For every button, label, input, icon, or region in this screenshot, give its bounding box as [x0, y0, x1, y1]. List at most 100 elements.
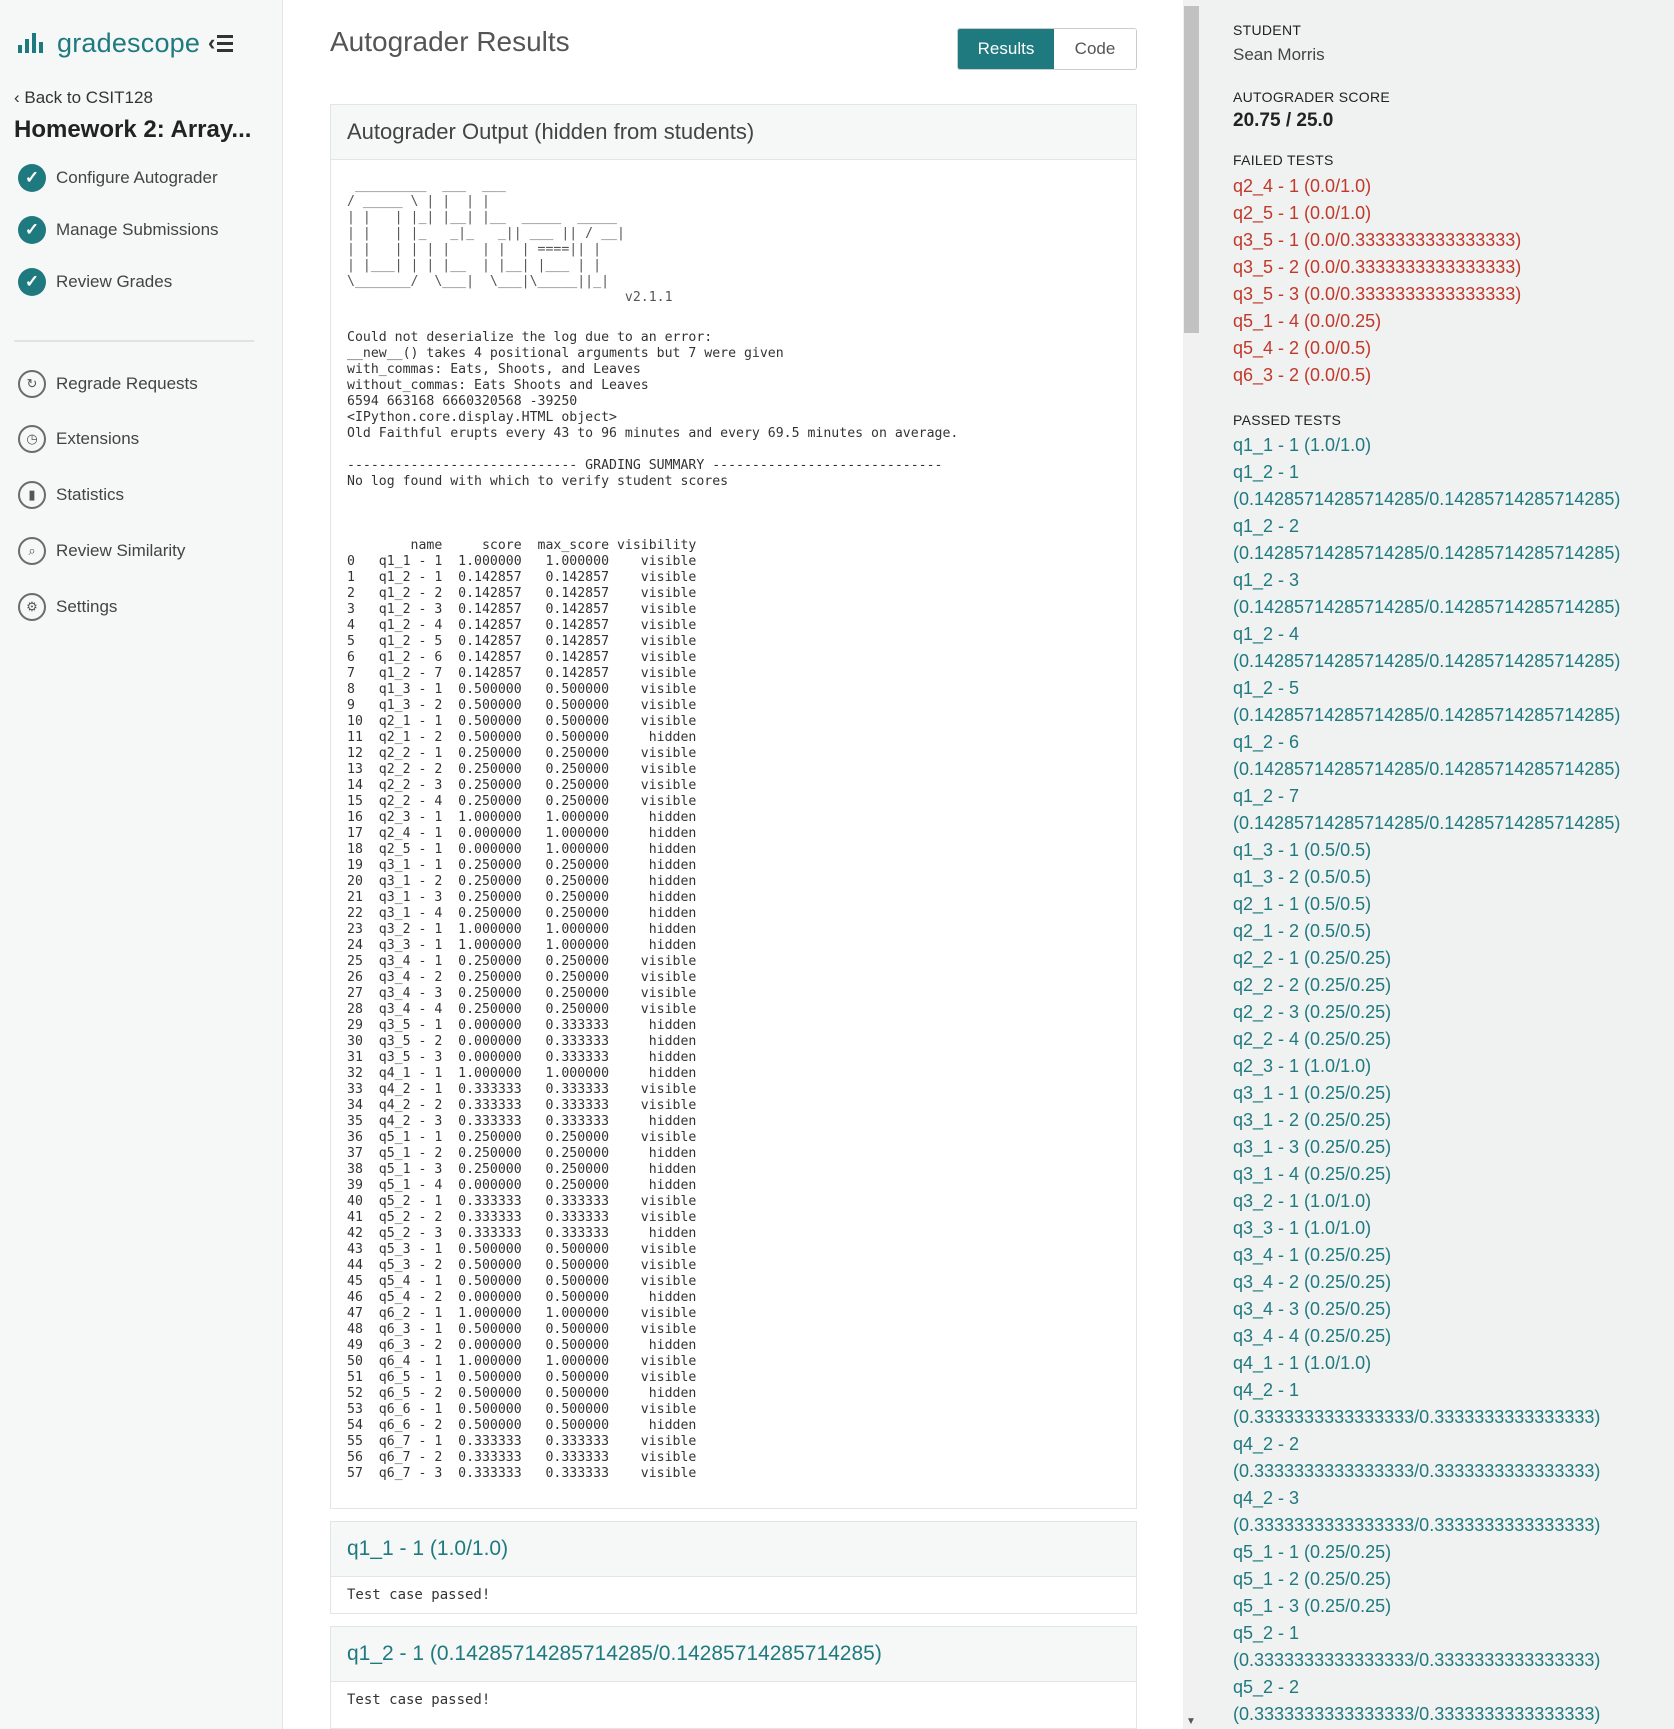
- passed-test-link[interactable]: (0.14285714285714285/0.14285714285714285…: [1233, 702, 1653, 729]
- sidebar-item-extensions[interactable]: ◷ Extensions: [18, 425, 139, 453]
- failed-tests-label: FAILED TESTS: [1233, 152, 1334, 168]
- back-link[interactable]: ‹ Back to CSIT128: [14, 88, 153, 108]
- passed-test-link[interactable]: (0.14285714285714285/0.14285714285714285…: [1233, 810, 1653, 837]
- check-circle-icon: ✓: [18, 164, 46, 192]
- passed-test-link[interactable]: q5_1 - 1 (0.25/0.25): [1233, 1539, 1653, 1566]
- passed-test-link[interactable]: q5_1 - 3 (0.25/0.25): [1233, 1593, 1653, 1620]
- autograder-score: 20.75 / 25.0: [1233, 110, 1334, 131]
- sidebar-item-statistics[interactable]: ▮ Statistics: [18, 481, 124, 509]
- passed-test-link[interactable]: q1_2 - 3: [1233, 567, 1653, 594]
- passed-test-link[interactable]: q5_2 - 1: [1233, 1620, 1653, 1647]
- test-message: Test case passed!: [347, 1587, 491, 1603]
- passed-test-link[interactable]: q5_1 - 2 (0.25/0.25): [1233, 1566, 1653, 1593]
- view-toggle: Results Code: [957, 28, 1137, 70]
- passed-test-link[interactable]: q1_2 - 4: [1233, 621, 1653, 648]
- gradescope-logo-icon: [18, 33, 43, 53]
- passed-test-link[interactable]: q4_2 - 1: [1233, 1377, 1653, 1404]
- passed-test-link[interactable]: (0.3333333333333333/0.3333333333333333): [1233, 1512, 1653, 1539]
- test-heading: q1_2 - 1 (0.14285714285714285/0.14285714…: [331, 1627, 1136, 1682]
- sidebar-item-configure-autograder[interactable]: ✓ Configure Autograder: [18, 164, 218, 192]
- magnifier-icon: ⌕: [18, 537, 46, 565]
- code-tab[interactable]: Code: [1054, 29, 1136, 69]
- passed-test-link[interactable]: q3_1 - 1 (0.25/0.25): [1233, 1080, 1653, 1107]
- passed-test-link[interactable]: (0.3333333333333333/0.3333333333333333): [1233, 1701, 1653, 1728]
- passed-test-link[interactable]: q1_2 - 6: [1233, 729, 1653, 756]
- failed-test-link[interactable]: q2_4 - 1 (0.0/1.0): [1233, 173, 1653, 200]
- autograder-output-text: Could not deserialize the log due to an …: [347, 330, 959, 1481]
- passed-test-link[interactable]: q3_1 - 2 (0.25/0.25): [1233, 1107, 1653, 1134]
- passed-test-link[interactable]: (0.14285714285714285/0.14285714285714285…: [1233, 594, 1653, 621]
- passed-test-link[interactable]: q3_1 - 3 (0.25/0.25): [1233, 1134, 1653, 1161]
- failed-test-link[interactable]: q5_4 - 2 (0.0/0.5): [1233, 335, 1653, 362]
- brand[interactable]: gradescope: [18, 26, 200, 60]
- passed-test-link[interactable]: (0.14285714285714285/0.14285714285714285…: [1233, 540, 1653, 567]
- score-label: AUTOGRADER SCORE: [1233, 89, 1391, 105]
- assignment-title: Homework 2: Array...: [14, 116, 252, 143]
- failed-test-link[interactable]: q3_5 - 3 (0.0/0.3333333333333333): [1233, 281, 1653, 308]
- passed-test-link[interactable]: q1_3 - 1 (0.5/0.5): [1233, 837, 1653, 864]
- scrollbar-thumb[interactable]: [1184, 6, 1199, 333]
- passed-test-link[interactable]: q2_2 - 1 (0.25/0.25): [1233, 945, 1653, 972]
- test-result-card: q1_2 - 1 (0.14285714285714285/0.14285714…: [330, 1626, 1137, 1729]
- passed-test-link[interactable]: (0.14285714285714285/0.14285714285714285…: [1233, 486, 1653, 513]
- passed-test-link[interactable]: q3_4 - 1 (0.25/0.25): [1233, 1242, 1653, 1269]
- results-tab[interactable]: Results: [958, 29, 1054, 69]
- sidebar: gradescope ‹ ‹ Back to CSIT128 Homework …: [0, 0, 283, 1729]
- sidebar-item-review-similarity[interactable]: ⌕ Review Similarity: [18, 537, 185, 565]
- passed-tests-list: q1_1 - 1 (1.0/1.0) q1_2 - 1 (0.14285714285…: [1233, 432, 1653, 1728]
- test-heading: q1_1 - 1 (1.0/1.0): [331, 1522, 1136, 1577]
- passed-test-link[interactable]: q2_2 - 4 (0.25/0.25): [1233, 1026, 1653, 1053]
- passed-test-link[interactable]: (0.3333333333333333/0.3333333333333333): [1233, 1458, 1653, 1485]
- results-summary-panel: STUDENT Sean Morris AUTOGRADER SCORE 20.…: [1200, 0, 1674, 1729]
- sidebar-item-label: Extensions: [56, 429, 140, 448]
- otter-ascii-logo: _________ ___ ___ / _____ \ | | | | | | …: [347, 178, 673, 305]
- page-title: Autograder Results: [330, 26, 570, 57]
- passed-test-link[interactable]: q2_1 - 1 (0.5/0.5): [1233, 891, 1653, 918]
- failed-test-link[interactable]: q5_1 - 4 (0.0/0.25): [1233, 308, 1653, 335]
- failed-test-link[interactable]: q2_5 - 1 (0.0/1.0): [1233, 200, 1653, 227]
- passed-test-link[interactable]: q3_4 - 2 (0.25/0.25): [1233, 1269, 1653, 1296]
- sidebar-item-label: Configure Autograder: [56, 168, 218, 187]
- passed-test-link[interactable]: (0.3333333333333333/0.3333333333333333): [1233, 1647, 1653, 1674]
- passed-test-link[interactable]: q5_2 - 2: [1233, 1674, 1653, 1701]
- passed-test-link[interactable]: q3_4 - 4 (0.25/0.25): [1233, 1323, 1653, 1350]
- passed-test-link[interactable]: q3_3 - 1 (1.0/1.0): [1233, 1215, 1653, 1242]
- passed-test-link[interactable]: q4_2 - 2: [1233, 1431, 1653, 1458]
- sidebar-item-regrade-requests[interactable]: ↻ Regrade Requests: [18, 370, 198, 398]
- passed-test-link[interactable]: q2_3 - 1 (1.0/1.0): [1233, 1053, 1653, 1080]
- student-name: Sean Morris: [1233, 45, 1325, 64]
- passed-test-link[interactable]: (0.14285714285714285/0.14285714285714285…: [1233, 756, 1653, 783]
- passed-test-link[interactable]: q1_2 - 7: [1233, 783, 1653, 810]
- passed-test-link[interactable]: q1_3 - 2 (0.5/0.5): [1233, 864, 1653, 891]
- scroll-down-arrow-icon[interactable]: ▼: [1186, 1716, 1196, 1727]
- menu-icon: [217, 34, 234, 52]
- passed-test-link[interactable]: q2_2 - 3 (0.25/0.25): [1233, 999, 1653, 1026]
- sidebar-item-label: Statistics: [56, 485, 125, 504]
- failed-test-link[interactable]: q6_3 - 2 (0.0/0.5): [1233, 362, 1653, 389]
- passed-test-link[interactable]: q1_2 - 2: [1233, 513, 1653, 540]
- failed-test-link[interactable]: q3_5 - 2 (0.0/0.3333333333333333): [1233, 254, 1653, 281]
- sidebar-item-settings[interactable]: ⚙ Settings: [18, 593, 117, 621]
- back-link-label: Back to CSIT128: [24, 88, 153, 107]
- sidebar-item-review-grades[interactable]: ✓ Review Grades: [18, 268, 172, 296]
- passed-tests-label: PASSED TESTS: [1233, 412, 1342, 428]
- failed-test-link[interactable]: q3_5 - 1 (0.0/0.3333333333333333): [1233, 227, 1653, 254]
- passed-test-link[interactable]: q1_2 - 1: [1233, 459, 1653, 486]
- student-label: STUDENT: [1233, 22, 1302, 38]
- passed-test-link[interactable]: q3_1 - 4 (0.25/0.25): [1233, 1161, 1653, 1188]
- passed-test-link[interactable]: q3_4 - 3 (0.25/0.25): [1233, 1296, 1653, 1323]
- passed-test-link[interactable]: q4_1 - 1 (1.0/1.0): [1233, 1350, 1653, 1377]
- passed-test-link[interactable]: q2_2 - 2 (0.25/0.25): [1233, 972, 1653, 999]
- passed-test-link[interactable]: q2_1 - 2 (0.5/0.5): [1233, 918, 1653, 945]
- panel-heading: Autograder Output (hidden from students): [331, 105, 1136, 160]
- passed-test-link[interactable]: q1_1 - 1 (1.0/1.0): [1233, 432, 1653, 459]
- passed-test-link[interactable]: q4_2 - 3: [1233, 1485, 1653, 1512]
- passed-test-link[interactable]: q3_2 - 1 (1.0/1.0): [1233, 1188, 1653, 1215]
- sidebar-item-manage-submissions[interactable]: ✓ Manage Submissions: [18, 216, 219, 244]
- sidebar-item-label: Manage Submissions: [56, 220, 219, 239]
- bar-chart-icon: ▮: [18, 481, 46, 509]
- passed-test-link[interactable]: (0.14285714285714285/0.14285714285714285…: [1233, 648, 1653, 675]
- passed-test-link[interactable]: q1_2 - 5: [1233, 675, 1653, 702]
- collapse-sidebar-button[interactable]: ‹: [208, 30, 242, 56]
- passed-test-link[interactable]: (0.3333333333333333/0.3333333333333333): [1233, 1404, 1653, 1431]
